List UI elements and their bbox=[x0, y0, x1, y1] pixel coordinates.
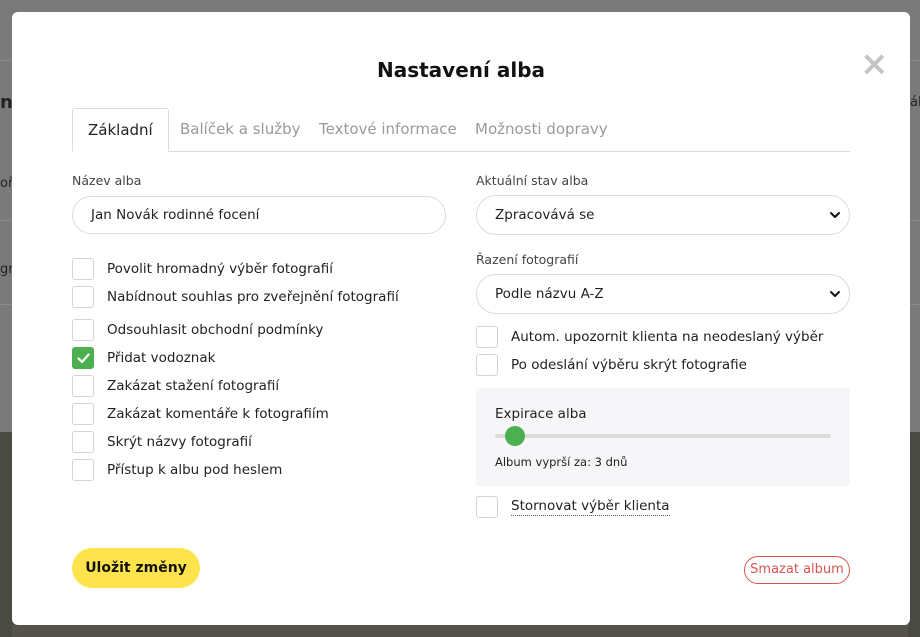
option-hide-names[interactable]: Skrýt názvy fotografií bbox=[72, 431, 252, 453]
option-label: Zakázat komentáře k fotografiím bbox=[107, 406, 329, 422]
album-settings-modal: Nastavení alba × Základní Balíček a služ… bbox=[12, 12, 910, 625]
close-icon[interactable]: × bbox=[860, 47, 889, 81]
checkbox[interactable] bbox=[72, 319, 94, 341]
background-text: oř bbox=[0, 176, 12, 191]
option-label: Po odeslání výběru skrýt fotografie bbox=[511, 357, 747, 373]
chevron-down-icon bbox=[830, 291, 840, 297]
option-password-access[interactable]: Přístup k albu pod heslem bbox=[72, 459, 282, 481]
photo-sort-select[interactable]: Podle názvu A-Z bbox=[476, 274, 850, 314]
option-label: Zakázat stažení fotografií bbox=[107, 378, 280, 394]
option-disable-download[interactable]: Zakázat stažení fotografií bbox=[72, 375, 279, 397]
modal-title: Nastavení alba bbox=[376, 58, 546, 82]
option-disable-comments[interactable]: Zakázat komentáře k fotografiím bbox=[72, 403, 329, 425]
option-label: Přístup k albu pod heslem bbox=[107, 462, 283, 478]
save-changes-button[interactable]: Uložit změny bbox=[72, 548, 200, 588]
checkbox[interactable] bbox=[72, 286, 94, 308]
option-label: Skrýt názvy fotografií bbox=[107, 434, 252, 450]
checkbox[interactable] bbox=[72, 431, 94, 453]
option-auto-notify-client[interactable]: Autom. upozornit klienta na neodeslaný v… bbox=[476, 326, 823, 348]
delete-album-button[interactable]: Smazat album bbox=[744, 556, 850, 584]
tab-text-info[interactable]: Textové informace bbox=[319, 108, 457, 152]
checkbox[interactable] bbox=[476, 354, 498, 376]
option-label: Nabídnout souhlas pro zveřejnění fotogra… bbox=[107, 289, 399, 305]
option-label: Autom. upozornit klienta na neodeslaný v… bbox=[511, 329, 824, 345]
check-icon bbox=[77, 353, 90, 364]
checkbox[interactable] bbox=[72, 403, 94, 425]
option-watermark[interactable]: Přidat vodoznak bbox=[72, 347, 215, 369]
expiry-slider-thumb[interactable] bbox=[505, 426, 526, 446]
album-name-label: Název alba bbox=[72, 173, 142, 188]
option-hide-after-submit[interactable]: Po odeslání výběru skrýt fotografie bbox=[476, 354, 747, 376]
checkbox[interactable] bbox=[72, 375, 94, 397]
option-cancel-client-selection[interactable]: Stornovat výběr klienta bbox=[476, 496, 670, 518]
tab-package-services[interactable]: Balíček a služby bbox=[180, 108, 300, 152]
photo-sort-label: Řazení fotografií bbox=[476, 252, 579, 267]
chevron-down-icon bbox=[830, 212, 840, 218]
background-text: gr bbox=[0, 262, 12, 277]
checkbox[interactable] bbox=[72, 258, 94, 280]
background-photo-strip bbox=[12, 625, 908, 637]
checkbox[interactable] bbox=[476, 326, 498, 348]
album-status-label: Aktuální stav alba bbox=[476, 173, 589, 188]
checkbox[interactable] bbox=[72, 459, 94, 481]
option-label: Přidat vodoznak bbox=[107, 350, 216, 366]
background-text: ál bbox=[910, 95, 920, 110]
expiry-slider[interactable] bbox=[495, 426, 831, 446]
expiry-text: Album vyprší za: 3 dnů bbox=[495, 455, 628, 469]
checkbox-checked[interactable] bbox=[72, 347, 94, 369]
option-label: Stornovat výběr klienta bbox=[511, 498, 670, 516]
select-value: Podle názvu A-Z bbox=[495, 286, 604, 302]
album-expiry-panel: Expirace alba Album vyprší za: 3 dnů bbox=[476, 388, 850, 486]
tab-basic[interactable]: Základní bbox=[72, 108, 169, 152]
album-status-select[interactable]: Zpracovává se bbox=[476, 195, 850, 235]
option-label: Povolit hromadný výběr fotografií bbox=[107, 261, 334, 277]
album-name-input[interactable]: Jan Novák rodinné focení bbox=[72, 196, 446, 234]
option-label: Odsouhlasit obchodní podmínky bbox=[107, 322, 324, 338]
background-text: n bbox=[0, 92, 12, 113]
tab-shipping-options[interactable]: Možnosti dopravy bbox=[475, 108, 608, 152]
checkbox[interactable] bbox=[476, 496, 498, 518]
tab-bar: Základní Balíček a služby Textové inform… bbox=[72, 108, 850, 152]
option-publish-consent[interactable]: Nabídnout souhlas pro zveřejnění fotogra… bbox=[72, 286, 399, 308]
select-value: Zpracovává se bbox=[495, 207, 595, 223]
option-bulk-select[interactable]: Povolit hromadný výběr fotografií bbox=[72, 258, 333, 280]
option-accept-terms[interactable]: Odsouhlasit obchodní podmínky bbox=[72, 319, 323, 341]
expiry-title: Expirace alba bbox=[495, 406, 587, 422]
